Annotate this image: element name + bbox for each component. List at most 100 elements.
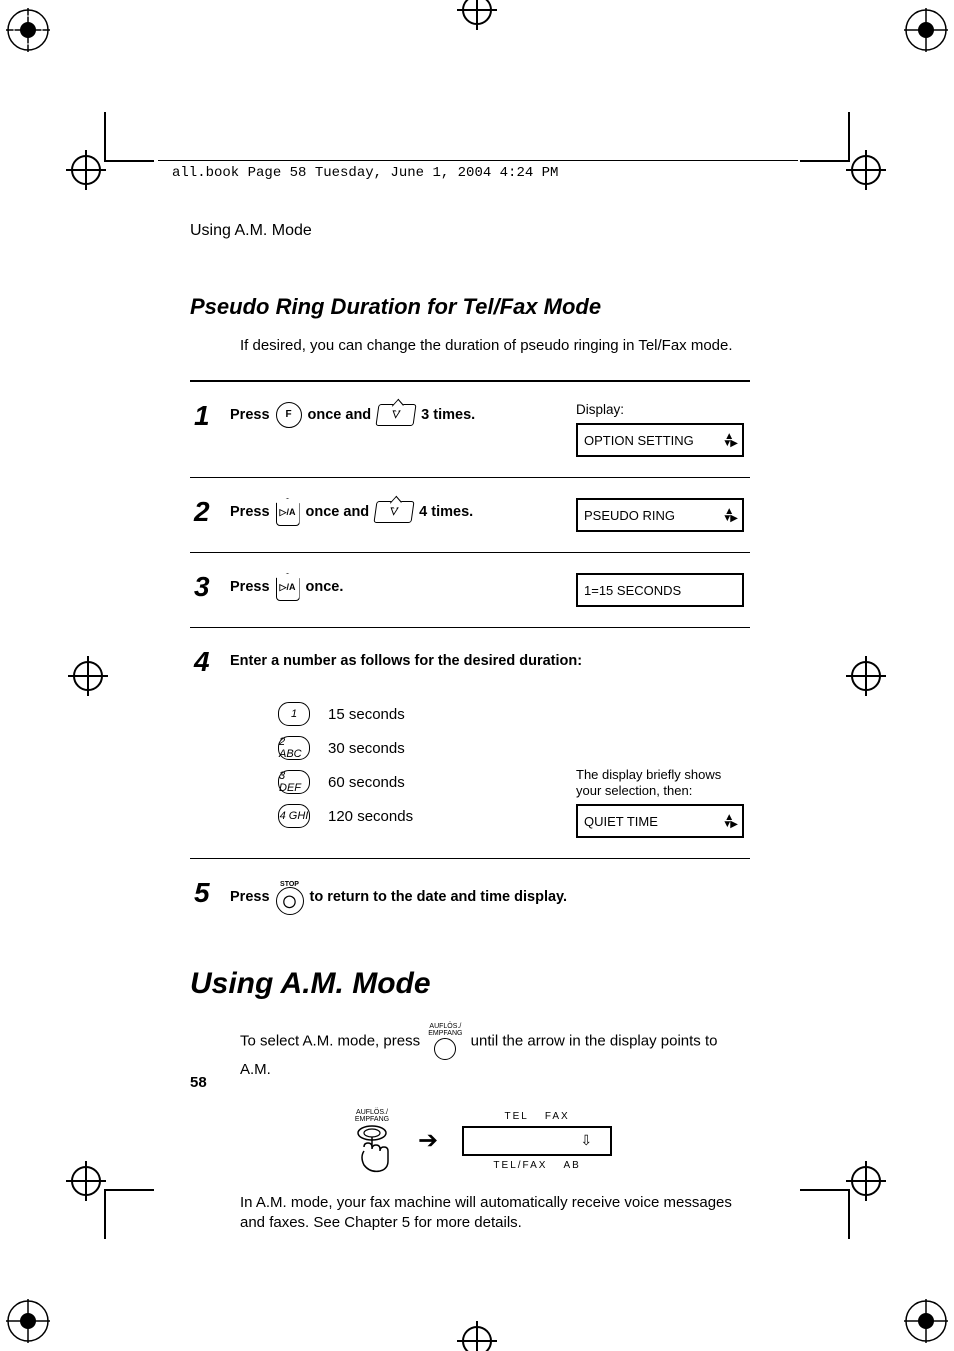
lcd-display: OPTION SETTING: [576, 423, 744, 457]
step-text: to return to the date and time display.: [310, 884, 568, 910]
arrow-right-icon: ➔: [418, 1126, 438, 1155]
key-over-label: STOP: [280, 881, 299, 888]
step-number: 4: [194, 648, 216, 676]
reg-cross-icon: [844, 148, 888, 192]
body-text: To select A.M. mode, press: [240, 1033, 420, 1050]
body-paragraph: In A.M. mode, your fax machine will auto…: [240, 1193, 750, 1234]
reg-target-icon: [904, 1299, 948, 1343]
option-row: 2 ABC 30 seconds: [278, 736, 564, 760]
mode-key-icon: [434, 1038, 456, 1060]
lcd-display: QUIET TIME: [576, 804, 744, 838]
reg-cross-icon: [844, 1159, 888, 1203]
step-number: 3: [194, 573, 216, 601]
display-label: Display:: [576, 402, 744, 417]
numeric-key-icon: 1: [278, 702, 310, 726]
step-text: 4 times.: [419, 499, 473, 525]
key-over-label: AUFLÖS./ EMPFANG: [428, 1023, 462, 1037]
steps-table: 1 Press F once and ▽ 3 times. Display:: [190, 380, 750, 935]
step-text: Press: [230, 402, 270, 428]
reg-cross-icon: [64, 148, 108, 192]
step-text: 3 times.: [421, 402, 475, 428]
lcd-text: PSEUDO RING: [584, 508, 675, 523]
step-row: 2 Press ▷/A once and ▽ 4 times. PSE: [190, 478, 750, 553]
numeric-key-icon: 4 GHI: [278, 804, 310, 828]
numeric-key-icon: 3 DEF: [278, 770, 310, 794]
step-row: 3 Press ▷/A once. 1=15 SECONDS: [190, 553, 750, 628]
reg-target-icon: [904, 8, 948, 52]
play-key-icon: ▷/A: [276, 498, 300, 526]
lcd-text: 1=15 SECONDS: [584, 583, 681, 598]
reg-cross-icon: [455, 0, 499, 32]
label: TEL: [504, 1111, 528, 1122]
page-content: Using A.M. Mode Pseudo Ring Duration for…: [190, 222, 750, 1233]
reg-cross-icon: [64, 1159, 108, 1203]
label: TEL/FAX: [493, 1160, 547, 1171]
step-number: 1: [194, 402, 216, 430]
step-row: 4 Enter a number as follows for the desi…: [190, 628, 750, 859]
label: AB: [563, 1160, 580, 1171]
lcd-display: ⇩: [462, 1126, 612, 1156]
lcd-display: 1=15 SECONDS: [576, 573, 744, 607]
step-text: once.: [306, 574, 344, 600]
reg-target-icon: [6, 8, 50, 52]
reg-target-icon: [6, 1299, 50, 1343]
nav-arrows-icon: [722, 433, 736, 447]
page: all.book Page 58 Tuesday, June 1, 2004 4…: [0, 0, 954, 1351]
down-arrow-icon: ⇩: [580, 1132, 592, 1149]
numeric-key-icon: 2 ABC: [278, 736, 310, 760]
header-rule: [158, 160, 798, 161]
play-key-icon: ▷/A: [276, 573, 300, 601]
step-instruction: Press STOP ◯ to return to the date and t…: [230, 879, 744, 915]
crop-mark-icon: [104, 1189, 154, 1239]
step-number: 2: [194, 498, 216, 526]
step-instruction: Press ▷/A once and ▽ 4 times.: [230, 498, 564, 526]
function-key-icon: F: [276, 402, 302, 428]
step-row: 1 Press F once and ▽ 3 times. Display:: [190, 382, 750, 478]
step-instruction: Enter a number as follows for the desire…: [230, 648, 582, 674]
step-row: 5 Press STOP ◯ to return to the date and…: [190, 859, 750, 935]
key-over-label: AUFLÖS./ EMPFANG: [355, 1109, 389, 1123]
step-instruction: Press ▷/A once.: [230, 573, 564, 601]
press-button-icon: [350, 1123, 394, 1173]
reg-cross-icon: [844, 654, 888, 698]
lcd-text: QUIET TIME: [584, 814, 658, 829]
down-key-icon: ▽: [376, 404, 417, 426]
display-note: The display briefly shows your selection…: [576, 767, 744, 798]
header-meta-text: all.book Page 58 Tuesday, June 1, 2004 4…: [172, 165, 558, 181]
step-text: Press: [230, 574, 270, 600]
section-title-main: Using A.M. Mode: [190, 967, 750, 1001]
mode-diagram: AUFLÖS./ EMPFANG ➔ TEL FAX ⇩: [350, 1109, 750, 1173]
step-number: 5: [194, 879, 216, 907]
step-text: once and: [306, 499, 370, 525]
crop-mark-icon: [104, 112, 154, 162]
diagram-bottom-labels: TEL/FAX AB: [493, 1160, 580, 1171]
stop-key-icon: ◯: [276, 887, 304, 915]
step-instruction: Press F once and ▽ 3 times.: [230, 402, 564, 428]
lcd-display: PSEUDO RING: [576, 498, 744, 532]
option-label: 30 seconds: [328, 740, 405, 757]
option-row: 3 DEF 60 seconds: [278, 770, 564, 794]
running-head: Using A.M. Mode: [190, 222, 750, 240]
nav-arrows-icon: [722, 508, 736, 522]
body-paragraph: To select A.M. mode, press AUFLÖS./ EMPF…: [240, 1023, 750, 1080]
crop-mark-icon: [800, 1189, 850, 1239]
down-key-icon: ▽: [374, 501, 415, 523]
option-label: 15 seconds: [328, 706, 405, 723]
label: FAX: [545, 1111, 570, 1122]
crop-mark-icon: [800, 112, 850, 162]
reg-cross-icon: [66, 654, 110, 698]
diagram-top-labels: TEL FAX: [504, 1111, 569, 1122]
option-label: 60 seconds: [328, 774, 405, 791]
page-number: 58: [190, 1074, 207, 1091]
step-text: once and: [308, 402, 372, 428]
step-text: Enter a number as follows for the desire…: [230, 648, 582, 674]
step-text: Press: [230, 499, 270, 525]
step-text: Press: [230, 884, 270, 910]
option-label: 120 seconds: [328, 808, 413, 825]
option-row: 4 GHI 120 seconds: [278, 804, 564, 828]
lcd-text: OPTION SETTING: [584, 433, 694, 448]
section-intro: If desired, you can change the duration …: [240, 336, 750, 356]
option-row: 1 15 seconds: [278, 702, 564, 726]
section-title: Pseudo Ring Duration for Tel/Fax Mode: [190, 294, 750, 320]
nav-arrows-icon: [722, 814, 736, 828]
